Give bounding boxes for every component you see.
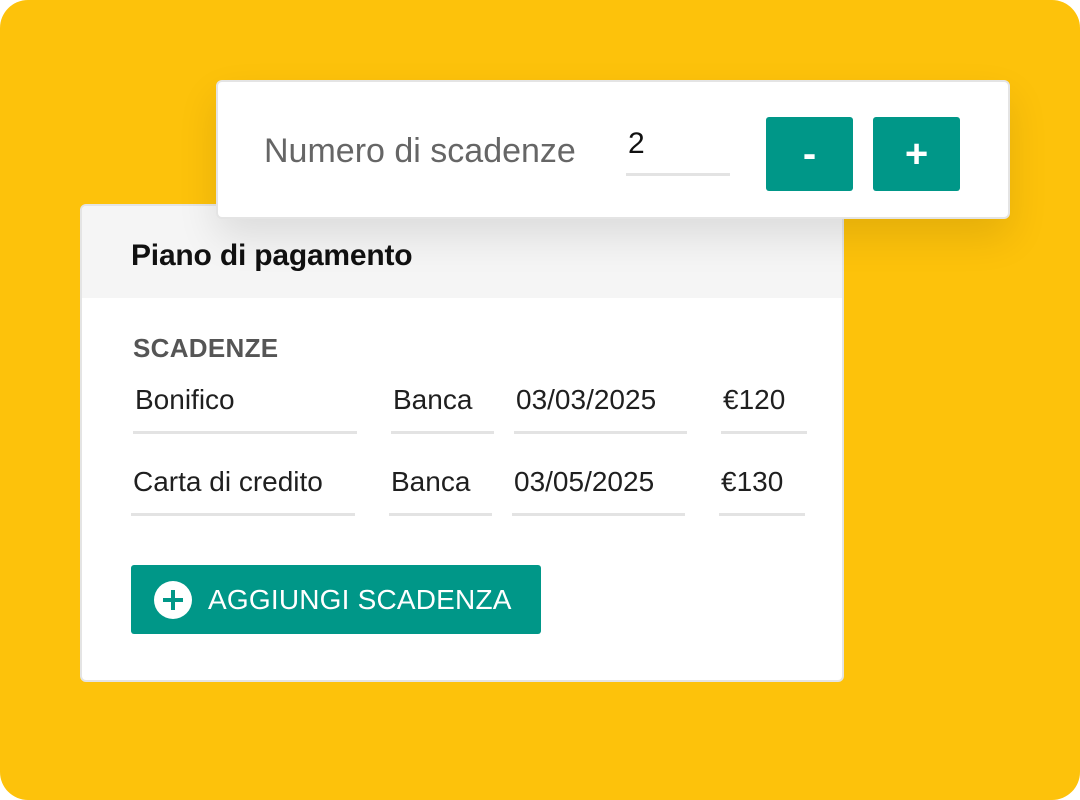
plus-circle-icon [154, 580, 192, 619]
row-2-bank-field[interactable]: Banca [389, 466, 492, 516]
payment-plan-card: Piano di pagamento SCADENZE Bonifico Ban… [80, 204, 844, 682]
decrement-button[interactable]: - [766, 117, 853, 191]
row-2-method-field[interactable]: Carta di credito [131, 466, 355, 516]
add-deadline-button-label: AGGIUNGI SCADENZA [208, 583, 512, 615]
deadline-counter-card: Numero di scadenze 2 - + [216, 80, 1010, 219]
deadline-count-input[interactable]: 2 [626, 126, 730, 176]
row-1-date-field[interactable]: 03/03/2025 [514, 384, 687, 434]
add-deadline-button[interactable]: AGGIUNGI SCADENZA [131, 565, 541, 634]
payment-plan-header: Piano di pagamento [82, 206, 842, 298]
row-2-date-field[interactable]: 03/05/2025 [512, 466, 685, 516]
row-2-amount-field[interactable]: €130 [719, 466, 805, 516]
increment-button[interactable]: + [873, 117, 960, 191]
row-1-bank-field[interactable]: Banca [391, 384, 494, 434]
row-1-amount-field[interactable]: €120 [721, 384, 807, 434]
payment-plan-title: Piano di pagamento [131, 239, 413, 272]
deadlines-section-label: SCADENZE [133, 333, 279, 363]
deadline-count-label: Numero di scadenze [264, 132, 576, 170]
row-1-method-field[interactable]: Bonifico [133, 384, 357, 434]
background-frame: Piano di pagamento SCADENZE Bonifico Ban… [0, 0, 1080, 800]
